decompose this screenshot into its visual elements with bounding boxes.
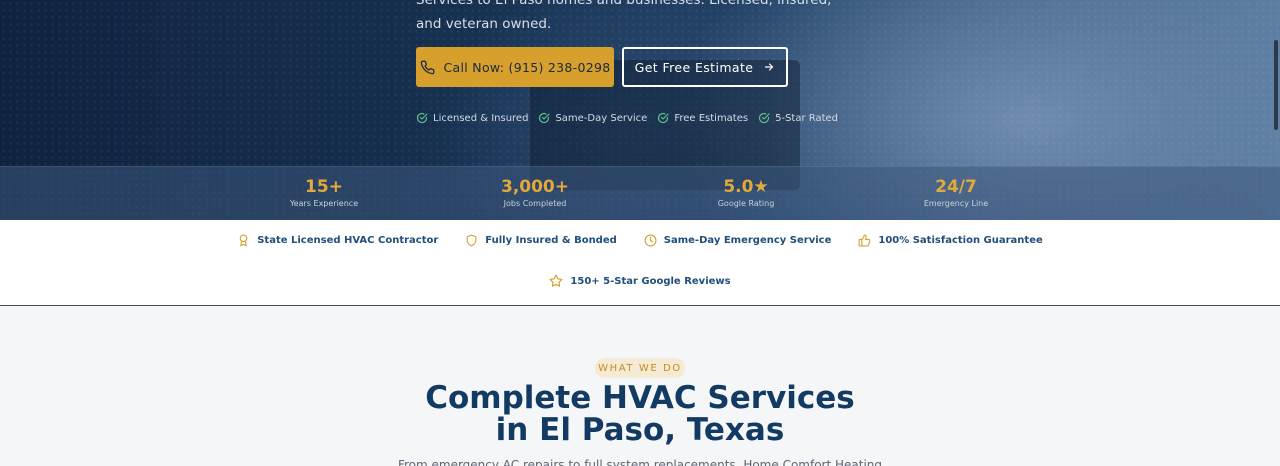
hero-feature-checks: Licensed & Insured Same-Day Service Free… (416, 112, 838, 124)
stat-value: 5.0★ (723, 177, 769, 197)
stat-value: 3,000+ (500, 177, 570, 197)
trust-item-same-day: Same-Day Emergency Service (644, 234, 832, 247)
stat-jobs: 3,000+ Jobs Completed (455, 177, 615, 208)
stat-label: Google Rating (717, 199, 775, 208)
stat-years: 15+ Years Experience (244, 177, 404, 208)
trust-bar: State Licensed HVAC Contractor Fully Ins… (0, 220, 1280, 306)
hero-subtitle: Services to El Paso homes and businesses… (416, 0, 832, 32)
phone-icon (420, 60, 434, 74)
check-item: Licensed & Insured (416, 112, 528, 124)
trust-label: Same-Day Emergency Service (663, 235, 832, 246)
check-circle-icon (539, 112, 551, 124)
thumbs-up-icon (858, 234, 871, 247)
get-free-estimate-button[interactable]: Get Free Estimate (622, 47, 788, 87)
section-title-line1: Complete HVAC Services (425, 380, 855, 416)
call-now-button[interactable]: Call Now: (915) 238-0298 (416, 47, 614, 87)
check-label: Licensed & Insured (433, 112, 529, 124)
reviews-row: 150+ 5-Star Google Reviews (0, 274, 1280, 288)
check-circle-icon (658, 112, 669, 124)
stat-label: Jobs Completed (503, 199, 567, 208)
check-item: Free Estimates (657, 112, 748, 124)
trust-label: Fully Insured & Bonded (485, 235, 617, 246)
check-item: Same-Day Service (538, 112, 647, 124)
trust-label: 100% Satisfaction Guarantee (878, 235, 1043, 246)
get-free-estimate-label: Get Free Estimate (634, 59, 754, 75)
stats-bar: 15+ Years Experience 3,000+ Jobs Complet… (0, 166, 1280, 220)
check-item: 5-Star Rated (758, 112, 838, 124)
stat-label: Emergency Line (923, 199, 989, 208)
scrollbar[interactable] (1274, 40, 1278, 130)
stat-emergency: 24/7 Emergency Line (876, 177, 1036, 208)
trust-item-guarantee: 100% Satisfaction Guarantee (858, 234, 1043, 247)
trust-badges: State Licensed HVAC Contractor Fully Ins… (0, 234, 1280, 247)
stat-rating: 5.0★ Google Rating (666, 177, 826, 208)
trust-label: State Licensed HVAC Contractor (257, 235, 439, 246)
check-circle-icon (759, 112, 770, 124)
services-section: WHAT WE DO Complete HVAC Services in El … (0, 306, 1280, 466)
call-now-label: Call Now: (915) 238-0298 (443, 59, 611, 75)
check-circle-icon (416, 112, 428, 124)
hero-section: Services to El Paso homes and businesses… (0, 0, 1280, 220)
check-label: Free Estimates (674, 112, 749, 124)
trust-item-reviews: 150+ 5-Star Google Reviews (549, 274, 731, 288)
section-eyebrow: WHAT WE DO (595, 358, 685, 378)
trust-item-insured: Fully Insured & Bonded (465, 234, 617, 247)
stat-label: Years Experience (289, 199, 359, 208)
star-icon (549, 274, 563, 287)
shield-icon (466, 234, 477, 247)
stat-value: 15+ (305, 177, 343, 197)
award-icon (239, 234, 248, 247)
trust-item-licensed: State Licensed HVAC Contractor (237, 234, 438, 247)
section-title-line2: in El Paso, Texas (495, 412, 785, 448)
trust-label: 150+ 5-Star Google Reviews (570, 275, 731, 287)
section-title: Complete HVAC Services in El Paso, Texas (340, 382, 940, 446)
stat-value: 24/7 (935, 177, 977, 197)
check-label: 5-Star Rated (775, 112, 839, 124)
arrow-right-icon (765, 63, 774, 71)
check-label: Same-Day Service (555, 112, 648, 124)
section-description: From emergency AC repairs to full system… (397, 458, 883, 466)
clock-icon (644, 234, 657, 247)
